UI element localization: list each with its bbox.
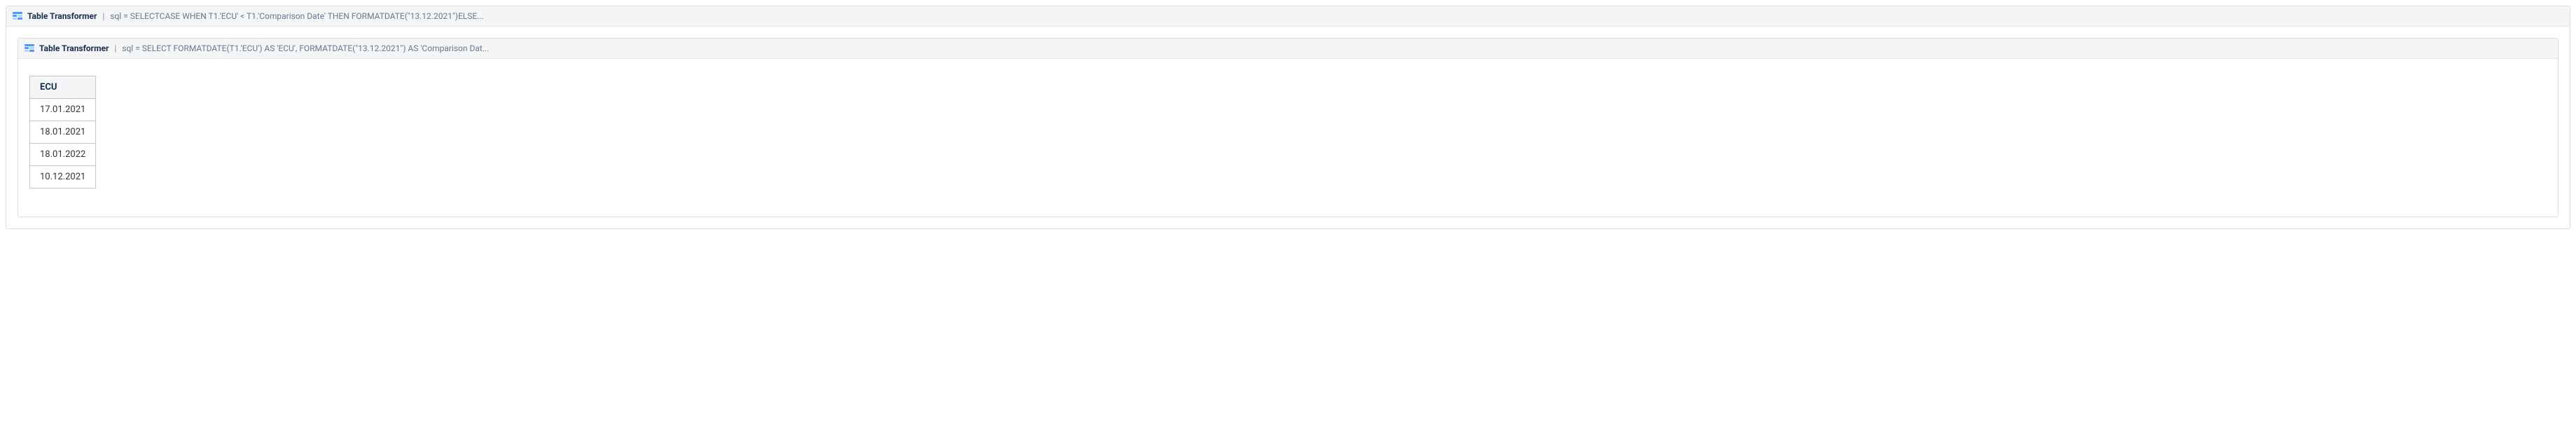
cell-ecu: 18.01.2021 [30,121,96,144]
cell-ecu: 18.01.2022 [30,144,96,166]
cell-ecu: 17.01.2021 [30,99,96,121]
table-row: 17.01.2021 [30,99,96,121]
table-header-row: ECU [30,76,96,99]
outer-macro-body: Table Transformer | sql = SELECT FORMATD… [6,27,2570,228]
outer-macro-divider: | [102,11,104,21]
col-header-ecu: ECU [30,76,96,99]
inner-macro-body: ECU 17.01.2021 18.01.2021 18.01.2022 10.… [18,59,2558,217]
inner-macro-title: Table Transformer [39,43,109,53]
inner-macro-panel: Table Transformer | sql = SELECT FORMATD… [18,38,2558,217]
outer-param-value: SELECTCASE WHEN T1.'ECU' < T1.'Compariso… [130,11,484,21]
outer-param-prefix: sql = [110,11,130,21]
result-table: ECU 17.01.2021 18.01.2021 18.01.2022 10.… [29,76,96,189]
table-transformer-icon [24,43,35,54]
table-row: 18.01.2021 [30,121,96,144]
table-transformer-icon [12,11,23,22]
inner-param-prefix: sql = [122,43,141,53]
table-row: 18.01.2022 [30,144,96,166]
cell-ecu: 10.12.2021 [30,166,96,189]
outer-macro-panel: Table Transformer | sql = SELECTCASE WHE… [6,6,2570,229]
outer-macro-title: Table Transformer [27,11,97,21]
outer-macro-params: sql = SELECTCASE WHEN T1.'ECU' < T1.'Com… [110,11,483,21]
outer-macro-header[interactable]: Table Transformer | sql = SELECTCASE WHE… [6,6,2570,27]
inner-macro-divider: | [114,43,116,53]
inner-macro-header[interactable]: Table Transformer | sql = SELECT FORMATD… [18,39,2558,59]
inner-macro-params: sql = SELECT FORMATDATE(T1.'ECU') AS 'EC… [122,43,489,53]
inner-param-value: SELECT FORMATDATE(T1.'ECU') AS 'ECU', FO… [142,43,490,53]
table-row: 10.12.2021 [30,166,96,189]
